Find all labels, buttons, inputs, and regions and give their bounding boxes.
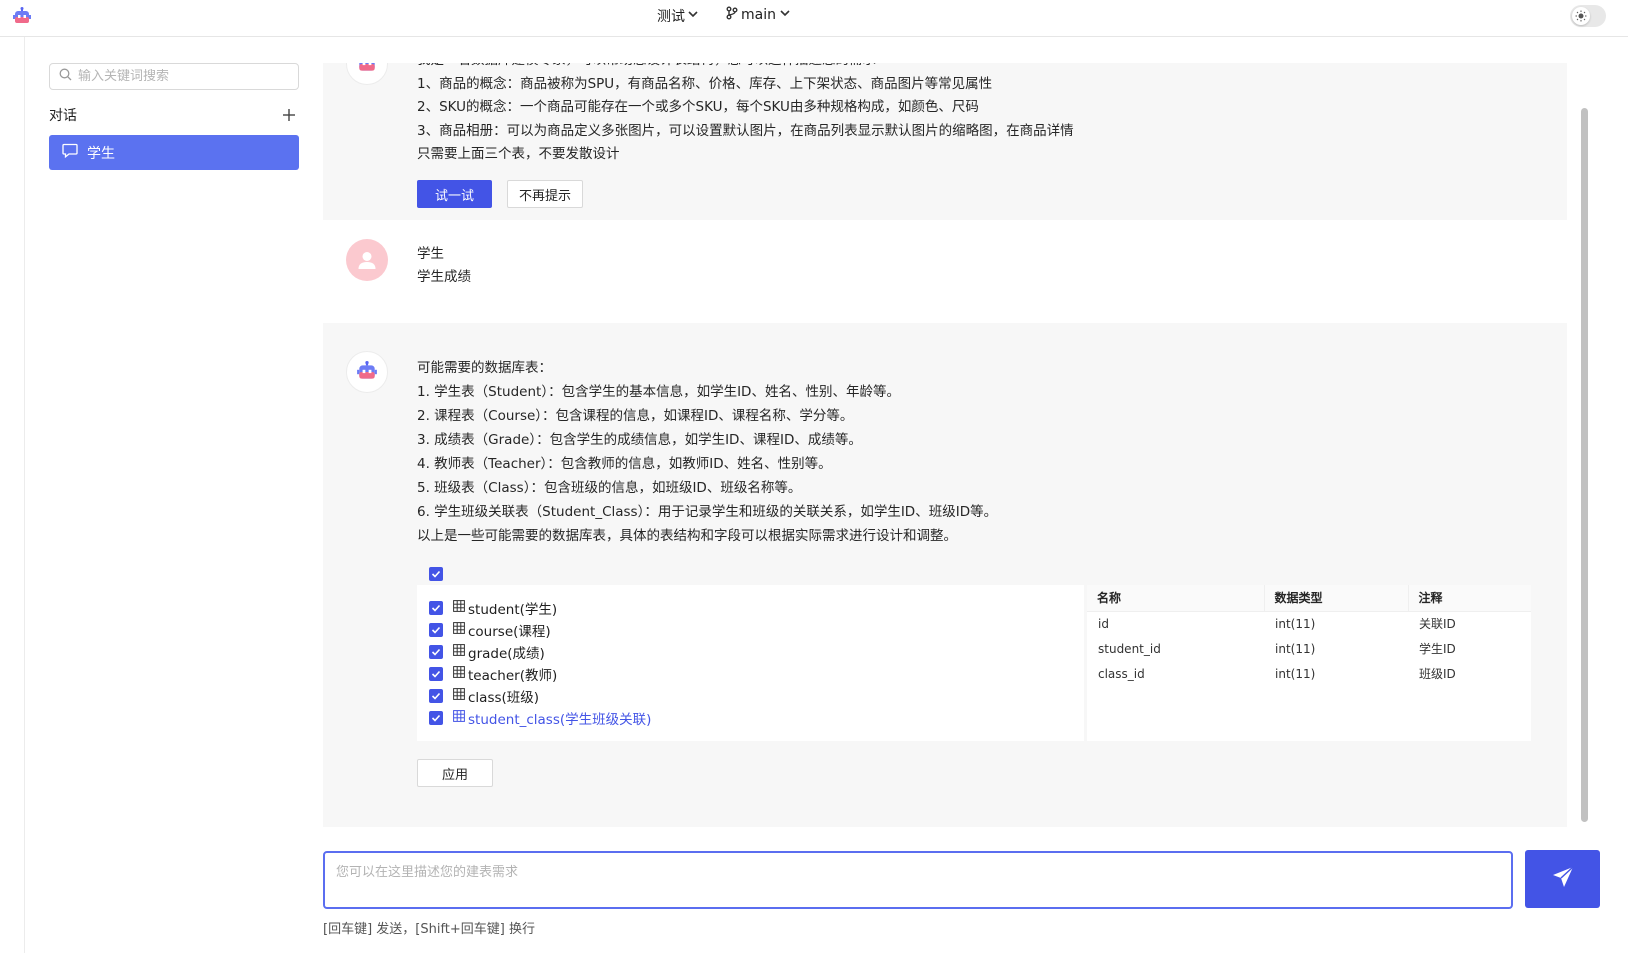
table-label: student(学生) [468, 602, 558, 618]
prompt-input[interactable] [323, 851, 1513, 909]
checkbox[interactable] [429, 601, 443, 615]
table-option[interactable]: grade(成绩) [429, 642, 545, 662]
table-option[interactable]: student_class(学生班级关联) [429, 708, 651, 728]
table-option[interactable]: course(课程) [429, 620, 551, 640]
table-option[interactable]: teacher(教师) [429, 664, 557, 684]
branch-icon [726, 6, 738, 24]
table-label: student_class(学生班级关联) [468, 712, 652, 728]
theme-toggle[interactable] [1570, 5, 1606, 27]
reply-line: 可能需要的数据库表： [417, 360, 552, 376]
reply-line: 6. 学生班级关联表（Student_Class）：用于记录学生和班级的关联关系… [417, 504, 998, 520]
branch-name: main [741, 7, 776, 23]
column-header: 数据类型 [1263, 585, 1408, 612]
reply-line: 3. 成绩表（Grade）：包含学生的成绩信息，如学生ID、课程ID、成绩等。 [417, 432, 862, 448]
table-label: grade(成绩) [468, 646, 545, 662]
send-button[interactable] [1525, 850, 1600, 908]
field-comment: 班级ID [1419, 667, 1456, 681]
paper-plane-icon [1551, 865, 1575, 893]
robot-avatar-icon [346, 63, 388, 85]
branch-switcher[interactable]: main [726, 6, 791, 24]
reply-line: 4. 教师表（Teacher）：包含教师的信息，如教师ID、姓名、性别等。 [417, 456, 832, 472]
column-header: 注释 [1407, 585, 1531, 612]
conversation-search[interactable] [49, 63, 299, 90]
checkbox[interactable] [429, 623, 443, 637]
table-label: class(班级) [468, 690, 540, 706]
conversation-item[interactable]: 学生 [49, 135, 299, 170]
reply-line: 5. 班级表（Class）：包含班级的信息，如班级ID、班级名称等。 [417, 480, 802, 496]
assistant-reply-message: 可能需要的数据库表： 1. 学生表（Student）：包含学生的基本信息，如学生… [323, 323, 1567, 827]
gutter-divider [24, 37, 25, 953]
project-switcher[interactable]: 测试 [657, 6, 699, 26]
apply-button[interactable]: 应用 [417, 759, 494, 787]
table-grid-icon [453, 600, 465, 616]
tip-line: 3、商品相册：可以为商品定义多张图片，可以设置默认图片，在商品列表显示默认图片的… [417, 123, 1074, 139]
table-grid-icon [453, 710, 465, 726]
project-name: 测试 [657, 9, 685, 25]
field-table-header: 名称 数据类型 注释 [1087, 585, 1531, 612]
table-row: student_id int(11) 学生ID [1087, 636, 1531, 661]
reply-line: 以上是一些可能需要的数据库表，具体的表结构和字段可以根据实际需求进行设计和调整。 [417, 528, 957, 544]
checkbox[interactable] [429, 711, 443, 725]
field-name: student_id [1098, 641, 1161, 656]
add-conversation-button[interactable] [279, 105, 299, 125]
tip-line: 1、商品的概念：商品被称为SPU，有商品名称、价格、库存、上下架状态、商品图片等… [417, 76, 993, 92]
top-bar: 测试 main [0, 0, 1628, 37]
chat-scrollbar-thumb[interactable] [1581, 108, 1588, 822]
table-label: teacher(教师) [468, 668, 558, 684]
robot-avatar-icon [346, 351, 388, 393]
tip-line: 只需要上面三个表，不要发散设计 [417, 146, 620, 162]
field-type: int(11) [1275, 641, 1316, 656]
user-avatar-icon [346, 239, 388, 281]
table-list-panel: student(学生) course(课程) grade(成绩) teacher… [417, 585, 1084, 741]
table-row: id int(11) 关联ID [1087, 611, 1531, 636]
chat-thread: 我是一名数据库建模专家，可以帮助您设计表结构，您可以这样描述您的需求 1、商品的… [323, 63, 1567, 827]
search-input[interactable] [78, 69, 288, 84]
chevron-down-icon [687, 8, 699, 24]
user-message: 学生 学生成绩 [323, 220, 1567, 323]
field-name: class_id [1098, 666, 1145, 681]
field-comment: 关联ID [1419, 617, 1456, 632]
table-grid-icon [453, 622, 465, 638]
select-all-checkbox[interactable] [429, 567, 443, 581]
column-header: 名称 [1087, 585, 1264, 612]
try-it-button[interactable]: 试一试 [417, 180, 493, 208]
robot-logo-icon[interactable] [12, 7, 32, 27]
field-table: 名称 数据类型 注释 id int(11) 关联ID student_id in… [1087, 585, 1531, 686]
search-icon [59, 68, 72, 85]
section-title: 对话 [49, 108, 77, 124]
table-grid-icon [453, 688, 465, 704]
tip-line: 2、SKU的概念：一个商品可能存在一个或多个SKU，每个SKU由多种规格构成，如… [417, 99, 979, 115]
table-option[interactable]: class(班级) [429, 686, 539, 706]
table-grid-icon [453, 666, 465, 682]
assistant-tip-message: 我是一名数据库建模专家，可以帮助您设计表结构，您可以这样描述您的需求 1、商品的… [323, 63, 1567, 220]
checkbox[interactable] [429, 689, 443, 703]
field-type: int(11) [1275, 616, 1316, 631]
tip-intro: 我是一名数据库建模专家，可以帮助您设计表结构，您可以这样描述您的需求 [417, 63, 876, 72]
dismiss-tip-button[interactable]: 不再提示 [507, 180, 584, 208]
checkbox[interactable] [429, 645, 443, 659]
checkbox[interactable] [429, 667, 443, 681]
reply-line: 1. 学生表（Student）：包含学生的基本信息，如学生ID、姓名、性别、年龄… [417, 384, 900, 400]
field-name: id [1098, 616, 1109, 631]
field-type: int(11) [1275, 666, 1316, 681]
reply-line: 2. 课程表（Course）：包含课程的信息，如课程ID、课程名称、学分等。 [417, 408, 854, 424]
sun-icon [1572, 7, 1590, 25]
table-row: class_id int(11) 班级ID [1087, 661, 1531, 686]
field-preview-panel: 名称 数据类型 注释 id int(11) 关联ID student_id in… [1087, 585, 1531, 741]
user-message-line: 学生 [417, 246, 444, 262]
chevron-down-icon [779, 7, 791, 23]
conversation-section-header: 对话 [49, 104, 299, 126]
chat-bubble-icon [62, 143, 78, 162]
field-comment: 学生ID [1419, 642, 1456, 656]
table-grid-icon [453, 644, 465, 660]
keyboard-hint: [回车键] 发送，[Shift+回车键] 换行 [323, 922, 535, 937]
table-label: course(课程) [468, 624, 551, 640]
table-option[interactable]: student(学生) [429, 598, 557, 618]
conversation-label: 学生 [87, 145, 115, 162]
user-message-line: 学生成绩 [417, 269, 471, 285]
